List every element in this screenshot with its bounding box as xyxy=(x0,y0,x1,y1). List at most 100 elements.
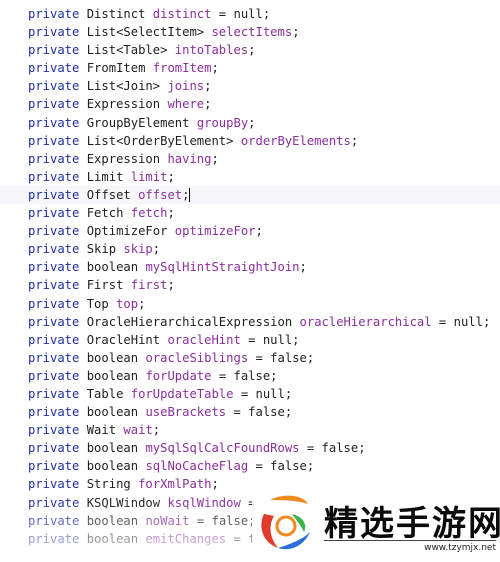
keyword-token: private xyxy=(28,206,80,221)
type-token: Limit xyxy=(86,169,124,184)
keyword-token: private xyxy=(28,459,80,474)
code-line[interactable]: private boolean mySqlSqlCalcFoundRows = … xyxy=(0,439,500,457)
code-line[interactable]: private List<Join> joins; xyxy=(0,77,500,95)
watermark-url: www.tzymjx.net xyxy=(324,540,496,553)
rest-token: ; xyxy=(255,224,263,239)
rest-token: = false; xyxy=(226,405,293,420)
rest-token: = false; xyxy=(211,368,278,383)
keyword-token: private xyxy=(28,314,80,329)
field-token: skip xyxy=(123,242,153,257)
code-line[interactable]: private List<Table> intoTables; xyxy=(0,41,500,59)
type-token: boolean xyxy=(86,459,139,474)
rest-token: ; xyxy=(152,423,161,438)
type-token: boolean xyxy=(86,513,139,528)
field-token: optimizeFor xyxy=(174,224,256,239)
code-line[interactable]: private Top top; xyxy=(0,295,500,313)
type-token: Table xyxy=(86,386,124,401)
code-line[interactable]: private Expression having; xyxy=(0,150,500,168)
code-line[interactable]: private boolean forUpdate = false; xyxy=(0,367,500,385)
rest-token: ; xyxy=(248,115,256,130)
rest-token: ; xyxy=(182,187,190,202)
type-token: Top xyxy=(86,296,109,311)
rest-token: = null; xyxy=(431,314,491,329)
keyword-token: private xyxy=(28,477,80,492)
type-token: List<Table> xyxy=(86,43,168,58)
code-line[interactable]: private boolean mySqlHintStraightJoin; xyxy=(0,258,500,276)
rest-token: = null; xyxy=(233,386,293,401)
type-token: Distinct xyxy=(86,7,146,21)
code-line[interactable]: private boolean sqlNoCacheFlag = false; xyxy=(0,457,500,475)
rest-token: = false; xyxy=(248,459,315,474)
field-token: oracleHierarchical xyxy=(299,314,432,329)
code-line[interactable]: private OracleHierarchicalExpression ora… xyxy=(0,313,500,331)
code-line[interactable]: private boolean oracleSiblings = false; xyxy=(0,349,500,367)
keyword-token: private xyxy=(28,79,80,94)
code-line[interactable]: private Offset offset; xyxy=(0,185,500,205)
code-line[interactable]: private Skip skip; xyxy=(0,240,500,258)
type-token: Expression xyxy=(86,97,161,112)
field-token: forUpdateTable xyxy=(130,386,234,401)
keyword-token: private xyxy=(28,332,80,347)
code-area[interactable]: private Distinct distinct = null; private… xyxy=(0,5,500,548)
code-line[interactable]: private Expression where; xyxy=(0,95,500,113)
rest-token: ; xyxy=(204,79,212,94)
keyword-token: private xyxy=(28,495,80,510)
code-line[interactable]: private Limit limit; xyxy=(0,168,500,186)
keyword-token: private xyxy=(28,296,80,311)
type-token: Skip xyxy=(86,242,117,257)
rest-token: ; xyxy=(167,278,175,293)
type-token: KSQLWindow xyxy=(86,495,161,510)
rest-token: ; xyxy=(138,296,146,311)
keyword-token: private xyxy=(28,386,80,401)
rest-token: ; xyxy=(167,206,175,221)
keyword-token: private xyxy=(28,7,80,21)
code-editor[interactable]: private Distinct distinct = null; private… xyxy=(0,0,500,562)
code-line[interactable]: private List<SelectItem> selectItems; xyxy=(0,23,500,41)
keyword-token: private xyxy=(28,423,80,438)
keyword-token: private xyxy=(28,61,80,76)
type-token: boolean xyxy=(86,260,139,275)
type-token: boolean xyxy=(86,531,139,546)
field-token: orderByElements xyxy=(240,133,351,148)
type-token: Expression xyxy=(86,151,161,166)
field-token: ksqlWindow xyxy=(167,495,241,510)
field-token: oracleSiblings xyxy=(145,350,249,365)
type-token: OracleHierarchicalExpression xyxy=(86,314,293,329)
rest-token: ; xyxy=(350,133,359,148)
type-token: GroupByElement xyxy=(86,115,190,130)
code-line[interactable]: private FromItem fromItem; xyxy=(0,59,500,77)
rest-token: ; xyxy=(292,25,300,40)
code-line[interactable]: private Wait wait; xyxy=(0,421,500,439)
field-token: having xyxy=(167,151,212,166)
field-token: distinct xyxy=(152,7,212,21)
code-line[interactable]: private Distinct distinct = null; xyxy=(0,5,500,23)
code-line[interactable]: private GroupByElement groupBy; xyxy=(0,114,500,132)
rest-token: ; xyxy=(299,260,307,275)
type-token: List<Join> xyxy=(86,79,161,94)
code-line[interactable]: private Table forUpdateTable = null; xyxy=(0,385,500,403)
keyword-token: private xyxy=(28,513,80,528)
field-token: forXmlPath xyxy=(138,477,212,492)
type-token: boolean xyxy=(86,405,139,420)
code-line[interactable]: private Fetch fetch; xyxy=(0,204,500,222)
field-token: groupBy xyxy=(196,115,249,130)
field-token: fromItem xyxy=(152,61,212,76)
type-token: List<OrderByElement> xyxy=(86,133,234,148)
field-token: emitChanges xyxy=(145,531,227,546)
code-line[interactable]: private List<OrderByElement> orderByElem… xyxy=(0,132,500,150)
code-line[interactable]: private OptimizeFor optimizeFor; xyxy=(0,222,500,240)
type-token: boolean xyxy=(86,441,139,456)
code-line[interactable]: private boolean useBrackets = false; xyxy=(0,403,500,421)
rest-token: ; xyxy=(248,43,256,58)
rest-token: = false; xyxy=(299,441,366,456)
keyword-token: private xyxy=(28,405,80,420)
keyword-token: private xyxy=(28,151,80,166)
keyword-token: private xyxy=(28,224,80,239)
code-line[interactable]: private First first; xyxy=(0,276,500,294)
field-token: forUpdate xyxy=(145,368,212,383)
field-token: useBrackets xyxy=(145,405,227,420)
code-line[interactable]: private OracleHint oracleHint = null; xyxy=(0,331,500,349)
keyword-token: private xyxy=(28,43,80,58)
type-token: Offset xyxy=(86,187,131,202)
field-token: noWait xyxy=(145,513,190,528)
